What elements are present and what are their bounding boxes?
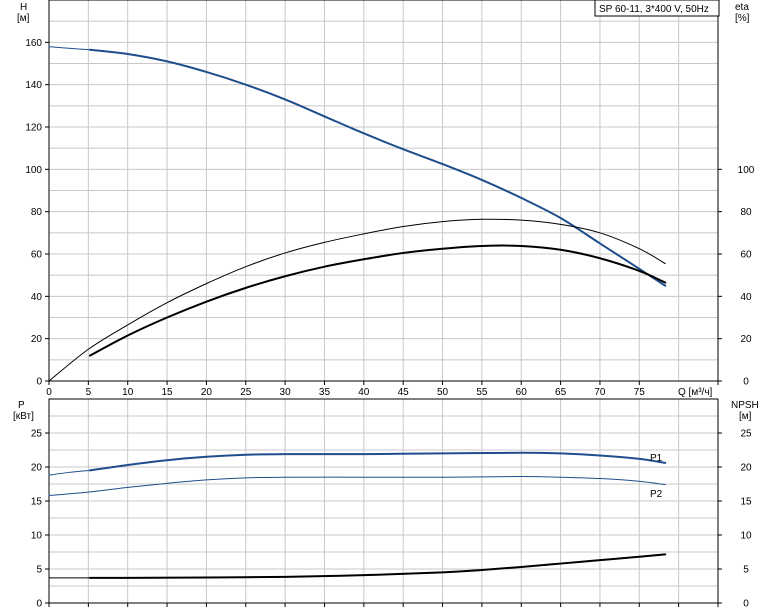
left-tick-label: 0 bbox=[36, 377, 42, 388]
right-tick-label: 20 bbox=[740, 334, 752, 345]
x-tick-label: 40 bbox=[358, 387, 370, 398]
x-tick-label: 55 bbox=[476, 387, 488, 398]
x-tick-label: 15 bbox=[161, 387, 173, 398]
x-tick-label: 65 bbox=[555, 387, 567, 398]
left-tick-label: 160 bbox=[25, 38, 42, 49]
pump-performance-chart: 0204060801001201401600204060801000 5 10 15 2… bbox=[13, 0, 759, 610]
x-tick-label: 0 bbox=[46, 387, 52, 398]
left-tick-label: 40 bbox=[31, 292, 43, 303]
right-tick-label: 20 bbox=[740, 463, 752, 474]
left-tick-label: 100 bbox=[25, 165, 42, 176]
npsh-axis-unit: [м] bbox=[739, 411, 752, 422]
x-tick-label: 70 bbox=[594, 387, 606, 398]
p2-curve bbox=[48, 476, 666, 497]
right-tick-label: 5 bbox=[743, 565, 749, 576]
right-tick-label: 40 bbox=[740, 292, 752, 303]
x-tick-label: 50 bbox=[437, 387, 449, 398]
p1-curve bbox=[88, 451, 667, 472]
left-tick-label: 120 bbox=[25, 123, 42, 134]
flow-axis-label: Q [м³/ч] bbox=[678, 387, 713, 398]
x-tick-label: 60 bbox=[516, 387, 528, 398]
power-axis-label: P bbox=[18, 400, 25, 411]
x-tick-label: 75 bbox=[634, 387, 646, 398]
x-tick-label: 10 bbox=[122, 387, 134, 398]
p2-curve-label: P2 bbox=[650, 489, 663, 500]
head-ext-curve bbox=[48, 46, 91, 51]
right-tick-label: 25 bbox=[740, 429, 752, 440]
curves bbox=[48, 46, 667, 579]
x-tick-label: 5 bbox=[86, 387, 92, 398]
grid bbox=[49, 0, 718, 603]
x-tick-label: 35 bbox=[319, 387, 331, 398]
x-tick-label: 30 bbox=[280, 387, 292, 398]
left-tick-label: 10 bbox=[31, 531, 43, 542]
left-tick-label: 20 bbox=[31, 334, 43, 345]
left-tick-label: 15 bbox=[31, 497, 43, 508]
head-axis-label: H bbox=[20, 2, 27, 13]
power-axis-unit: [кВт] bbox=[13, 411, 34, 422]
npsh-axis-label: NPSH bbox=[731, 400, 759, 411]
eta-axis-unit: [%] bbox=[735, 13, 750, 24]
right-tick-label: 10 bbox=[740, 531, 752, 542]
left-tick-label: 0 bbox=[36, 599, 42, 610]
right-tick-label: 0 bbox=[743, 377, 749, 388]
x-tick-label: 45 bbox=[398, 387, 410, 398]
efficiency-upper-curve bbox=[48, 218, 666, 382]
x-tick-label: 25 bbox=[240, 387, 252, 398]
left-tick-label: 60 bbox=[31, 250, 43, 261]
p1-ext-curve bbox=[48, 469, 91, 476]
eta-axis-label: eta bbox=[735, 2, 749, 13]
right-tick-label: 80 bbox=[740, 207, 752, 218]
right-tick-label: 100 bbox=[738, 165, 755, 176]
right-tick-label: 60 bbox=[740, 250, 752, 261]
right-tick-label: 0 bbox=[743, 599, 749, 610]
title-text: SP 60-11, 3*400 V, 50Hz bbox=[599, 4, 709, 15]
npsh-curve bbox=[88, 553, 667, 579]
left-tick-label: 25 bbox=[31, 429, 43, 440]
p1-curve-label: P1 bbox=[650, 453, 663, 464]
right-tick-label: 15 bbox=[740, 497, 752, 508]
left-tick-label: 20 bbox=[31, 463, 43, 474]
left-tick-label: 140 bbox=[25, 80, 42, 91]
left-tick-label: 5 bbox=[36, 565, 42, 576]
x-tick-label: 20 bbox=[201, 387, 213, 398]
left-tick-label: 80 bbox=[31, 207, 43, 218]
head-axis-unit: [м] bbox=[17, 13, 30, 24]
